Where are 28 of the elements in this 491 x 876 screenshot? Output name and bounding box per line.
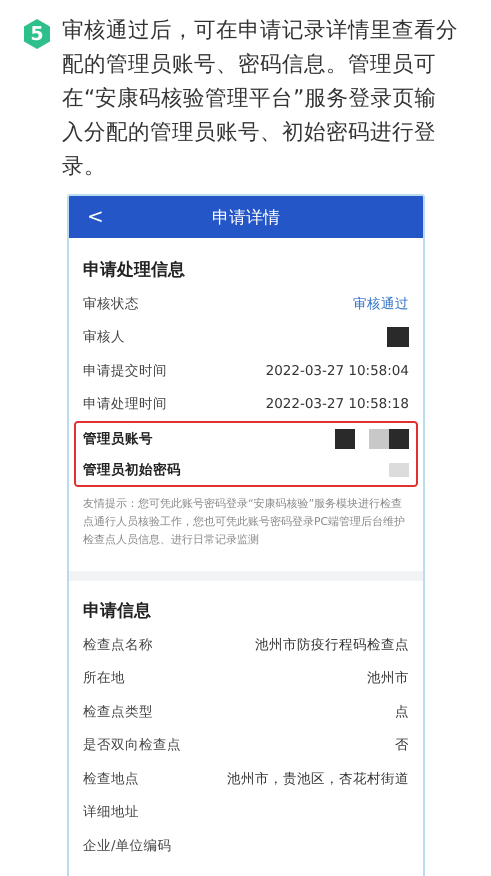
field-label: 申请处理时间 bbox=[83, 395, 167, 414]
instruction-text: 审核通过后，可在申请记录详情里查看分配的管理员账号、密码信息。管理员可在“安康码核验管理平台”服务登录页输入分配的管理员账号、初始密码进行登录。 bbox=[62, 17, 458, 181]
hint-text: 友情提示：您可凭此账号密码登录“安康码核验”服务模块进行检查点通行人员核验工作，您也可凭此账号密码登录PC端管理后台维护检查点人员信息、进行日常记录监测 bbox=[83, 496, 406, 548]
field-label: 审核状态 bbox=[83, 294, 139, 313]
field-label: 检查点类型 bbox=[83, 702, 153, 721]
field-value: 2022-03-27 10:58:04 bbox=[266, 362, 409, 379]
field-label: 申请提交时间 bbox=[83, 362, 167, 380]
field-value: 池州市防疫行程码检查点 bbox=[255, 636, 409, 654]
field-label: 检查点名称 bbox=[83, 636, 153, 654]
field-label: 所在地 bbox=[83, 669, 125, 688]
field-value: 池州市，贵池区，杏花村街道 bbox=[227, 770, 409, 788]
field-value: 否 bbox=[395, 736, 409, 754]
step-badge: 5 bbox=[22, 18, 52, 50]
field-label: 管理员初始密码 bbox=[83, 460, 181, 478]
status-value: 审核通过 bbox=[353, 294, 409, 313]
field-value: 2022-03-27 10:58:18 bbox=[266, 396, 409, 412]
field-value: 池州市 bbox=[367, 669, 409, 688]
field-value: 点 bbox=[395, 702, 409, 721]
field-label: 检查地点 bbox=[83, 770, 139, 788]
field-label: 企业/单位编码 bbox=[83, 836, 172, 855]
back-button[interactable]: < bbox=[83, 204, 108, 228]
field-label: 是否双向检查点 bbox=[83, 736, 181, 754]
section-title: 申请信息 bbox=[83, 600, 152, 622]
field-label: 详细地址 bbox=[83, 803, 139, 822]
section-title: 申请处理信息 bbox=[83, 259, 186, 281]
field-label: 管理员账号 bbox=[83, 430, 153, 448]
page-title: 申请详情 bbox=[212, 206, 280, 228]
field-label: 审核人 bbox=[83, 328, 125, 346]
